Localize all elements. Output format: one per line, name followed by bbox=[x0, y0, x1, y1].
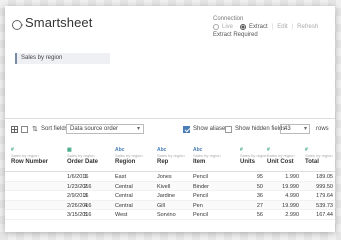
table-cell: 1/6/2016 bbox=[67, 174, 89, 180]
show-hidden-checkbox[interactable] bbox=[225, 126, 232, 133]
edit-link[interactable]: Edit bbox=[277, 24, 287, 30]
table-cell: 36 bbox=[256, 193, 263, 199]
table-cell: Pen bbox=[193, 202, 203, 209]
table-row[interactable]: 1 1/6/2016 East Jones Pencil 95 1.990 189.05 bbox=[5, 172, 335, 182]
table-cell: 2.990 bbox=[285, 212, 299, 218]
table-cell: 50 bbox=[256, 183, 263, 190]
column-source-label: Sales by region bbox=[305, 153, 333, 158]
extract-label[interactable]: Extract bbox=[249, 24, 268, 30]
table-cell: 2/9/2016 bbox=[67, 193, 89, 199]
data-grid: # Sales by region Row Number ▦ Sales by regi… bbox=[5, 144, 335, 220]
table-cell: 2/26/2016 bbox=[67, 202, 92, 209]
table-cell: 189.05 bbox=[316, 174, 333, 180]
table-cell: 179.64 bbox=[316, 193, 333, 199]
table-cell: 27 bbox=[256, 202, 263, 209]
table-cell: West bbox=[115, 212, 128, 218]
table-cell: 167.44 bbox=[316, 212, 333, 218]
table-cell: 999.50 bbox=[316, 183, 333, 190]
column-source-label: Sales by region bbox=[193, 153, 221, 158]
live-label[interactable]: Live bbox=[222, 24, 233, 30]
table-row[interactable]: 3 2/9/2016 Central Jardine Pencil 36 4.990 179.… bbox=[5, 191, 335, 201]
table-cell: Central bbox=[115, 183, 133, 190]
column-source-label: Sales by region bbox=[157, 153, 185, 158]
connection-label: Connection bbox=[213, 16, 244, 22]
column-header[interactable]: Item bbox=[193, 159, 205, 165]
column-source-label: Sales by region bbox=[115, 153, 143, 158]
connection-panel: Connection Live Extract | Edit | Refresh… bbox=[213, 16, 318, 38]
table-pill-label: Sales by region bbox=[21, 55, 63, 61]
table-cell: Gill bbox=[157, 202, 165, 209]
table-cell: Central bbox=[115, 202, 133, 209]
column-header[interactable]: Row Number bbox=[11, 159, 48, 165]
column-header[interactable]: Region bbox=[115, 159, 135, 165]
table-cell: Jones bbox=[157, 174, 172, 180]
column-header[interactable]: Rep bbox=[157, 159, 168, 165]
sort-fields-label: Sort fields bbox=[41, 126, 68, 132]
grid-toolbar: ⇅ Sort fields Data source order ▾ Show a… bbox=[5, 122, 335, 136]
table-cell: Sorvino bbox=[157, 212, 176, 218]
table-cell: 1.990 bbox=[285, 174, 299, 180]
column-source-label: Sales by region bbox=[267, 153, 295, 158]
table-cell: East bbox=[115, 174, 127, 180]
sort-fields-value: Data source order bbox=[70, 126, 119, 132]
grid-body: 1 1/6/2016 East Jones Pencil 95 1.990 189.05 2 1/… bbox=[5, 172, 335, 220]
sort-fields-select[interactable]: Data source order ▾ bbox=[66, 124, 144, 134]
show-hidden-label[interactable]: Show hidden fields bbox=[235, 126, 285, 132]
refresh-link[interactable]: Refresh bbox=[297, 24, 318, 30]
list-view-icon[interactable] bbox=[21, 126, 28, 133]
column-header[interactable]: Unit Cost bbox=[267, 159, 294, 165]
table-cell: Central bbox=[115, 193, 133, 199]
table-cell: 95 bbox=[256, 174, 263, 180]
table-cell: 4.990 bbox=[285, 193, 299, 199]
rows-count-value: 43 bbox=[284, 126, 291, 132]
table-cell: Jardine bbox=[157, 193, 176, 199]
table-cell: 19.990 bbox=[282, 202, 299, 209]
data-source-window: Smartsheet Connection Live Extract | Edi… bbox=[5, 6, 335, 232]
table-row[interactable]: 2 1/23/2016 Central Kivell Binder 50 19.990 999… bbox=[5, 181, 335, 191]
live-radio[interactable] bbox=[213, 24, 219, 30]
separator: | bbox=[271, 24, 274, 30]
sort-icon: ⇅ bbox=[32, 126, 38, 133]
table-cell: 3/15/2016 bbox=[67, 212, 92, 218]
column-source-label: Sales by region bbox=[11, 153, 39, 158]
table-pill[interactable]: Sales by region bbox=[15, 53, 110, 64]
table-cell: Pencil bbox=[193, 193, 208, 199]
column-header[interactable]: Units bbox=[240, 159, 255, 165]
show-aliases-label[interactable]: Show aliases bbox=[193, 126, 228, 132]
table-cell: Pencil bbox=[193, 174, 208, 180]
table-cell: Kivell bbox=[157, 183, 171, 190]
rows-label: rows bbox=[316, 126, 329, 132]
extract-radio[interactable] bbox=[240, 24, 247, 30]
column-source-label: Sales by region bbox=[240, 153, 268, 158]
data-source-title[interactable]: Smartsheet bbox=[25, 15, 92, 30]
grid-view-icon[interactable] bbox=[11, 126, 18, 133]
table-cell: Pencil bbox=[193, 212, 208, 218]
column-header[interactable]: Total bbox=[305, 159, 319, 165]
rows-count-select[interactable]: 43 ▾ bbox=[280, 124, 310, 134]
chevron-down-icon: ▾ bbox=[303, 126, 307, 132]
column-header[interactable]: Order Date bbox=[67, 159, 98, 165]
column-source-label: Sales by region bbox=[67, 153, 95, 158]
table-cell: 539.73 bbox=[316, 202, 333, 209]
separator: | bbox=[291, 24, 294, 30]
grid-header-row: # Sales by region Row Number ▦ Sales by regi… bbox=[5, 144, 335, 172]
table-row[interactable]: 4 2/26/2016 Central Gill Pen 27 19.990 539.73 bbox=[5, 200, 335, 210]
table-cell: 56 bbox=[256, 212, 263, 218]
divider bbox=[5, 118, 335, 119]
extract-status: Extract Required bbox=[213, 32, 258, 38]
show-aliases-checkbox[interactable] bbox=[183, 126, 190, 133]
table-row[interactable]: 5 3/15/2016 West Sorvino Pencil 56 2.990 167.44 bbox=[5, 210, 335, 220]
chevron-down-icon: ▾ bbox=[136, 126, 140, 132]
table-cell: 1/23/2016 bbox=[67, 183, 92, 190]
table-cell: Binder bbox=[193, 183, 209, 190]
data-source-icon bbox=[12, 20, 23, 30]
table-cell: 19.990 bbox=[282, 183, 299, 190]
